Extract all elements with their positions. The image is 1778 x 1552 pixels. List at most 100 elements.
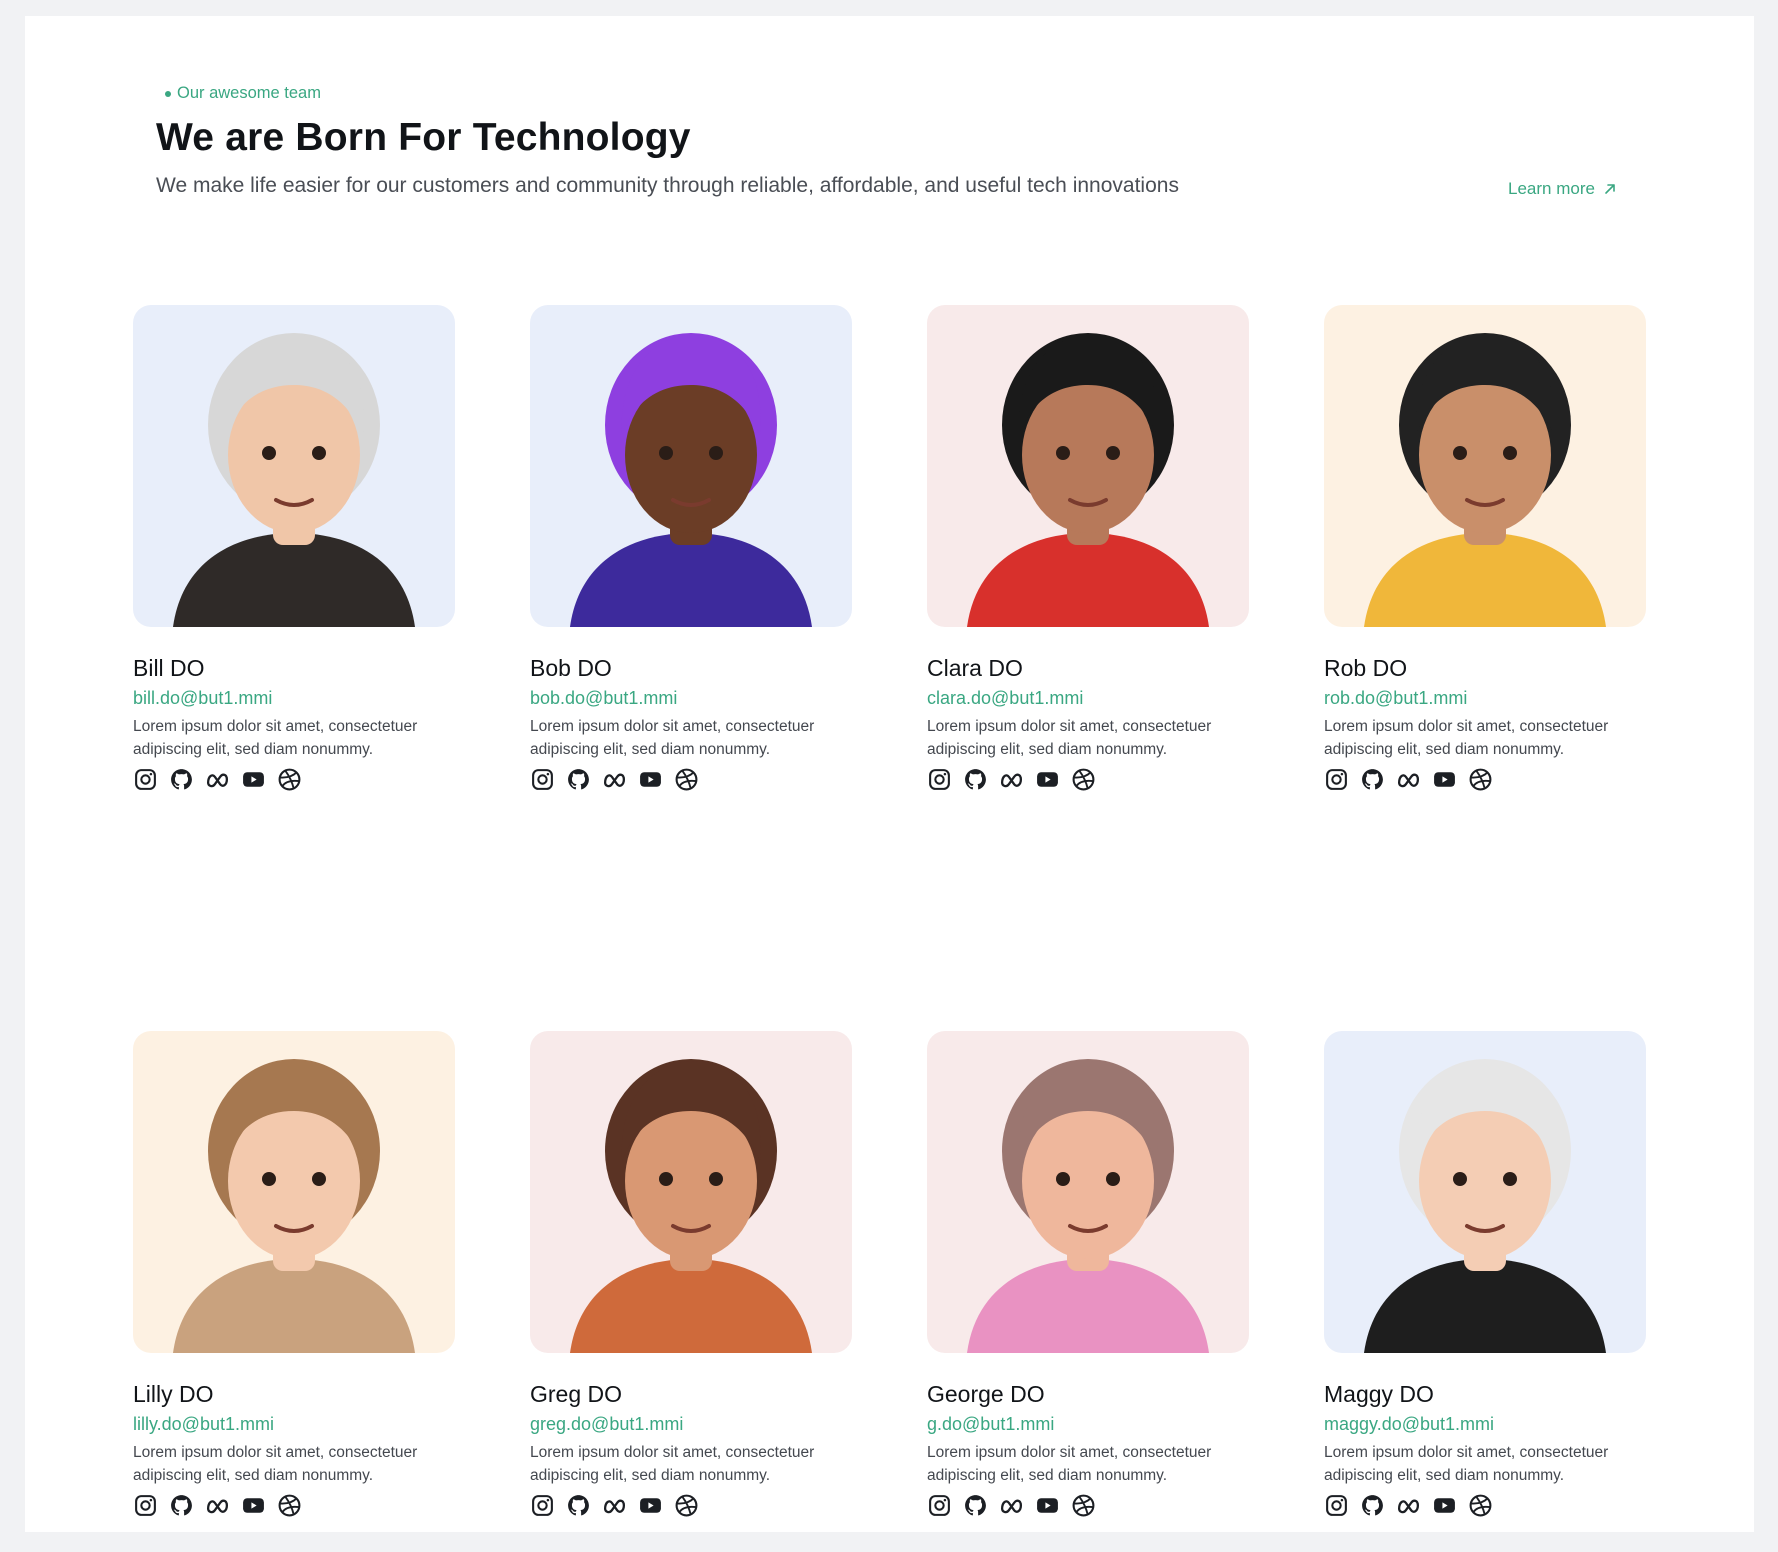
github-icon[interactable] <box>1360 1493 1385 1518</box>
member-bio: Lorem ipsum dolor sit amet, consectetuer… <box>1324 1444 1609 1484</box>
avatar-illustration <box>173 333 415 627</box>
member-avatar <box>927 305 1249 627</box>
member-bio: Lorem ipsum dolor sit amet, consectetuer… <box>1324 718 1609 758</box>
instagram-icon[interactable] <box>927 1493 952 1518</box>
github-icon[interactable] <box>566 1493 591 1518</box>
member-bio: Lorem ipsum dolor sit amet, consectetuer… <box>927 718 1212 758</box>
section-title: We are Born For Technology <box>156 116 691 159</box>
member-bio: Lorem ipsum dolor sit amet, consectetuer… <box>530 1444 815 1484</box>
avatar-illustration <box>570 1059 812 1353</box>
member-bio: Lorem ipsum dolor sit amet, consectetuer… <box>133 718 418 758</box>
dribbble-icon[interactable] <box>1468 767 1493 792</box>
youtube-icon[interactable] <box>241 1493 266 1518</box>
meta-icon[interactable] <box>999 1493 1024 1518</box>
team-member-card: Maggy DO maggy.do@but1.mmi Lorem ipsum d… <box>1324 1031 1646 1518</box>
dribbble-icon[interactable] <box>674 767 699 792</box>
meta-icon[interactable] <box>1396 767 1421 792</box>
member-email[interactable]: rob.do@but1.mmi <box>1324 688 1646 709</box>
social-links <box>530 767 852 792</box>
member-email[interactable]: clara.do@but1.mmi <box>927 688 1249 709</box>
member-name: Lilly DO <box>133 1381 214 1407</box>
instagram-icon[interactable] <box>133 767 158 792</box>
member-bio: Lorem ipsum dolor sit amet, consectetuer… <box>530 718 815 758</box>
team-section: Our awesome team We are Born For Technol… <box>25 16 1754 1532</box>
social-links <box>927 767 1249 792</box>
youtube-icon[interactable] <box>1035 767 1060 792</box>
github-icon[interactable] <box>169 767 194 792</box>
member-email[interactable]: maggy.do@but1.mmi <box>1324 1414 1646 1435</box>
instagram-icon[interactable] <box>133 1493 158 1518</box>
meta-icon[interactable] <box>205 1493 230 1518</box>
learn-more-label: Learn more <box>1508 179 1595 198</box>
member-email[interactable]: g.do@but1.mmi <box>927 1414 1249 1435</box>
section-eyebrow: Our awesome team <box>165 84 321 103</box>
member-email[interactable]: lilly.do@but1.mmi <box>133 1414 455 1435</box>
member-avatar <box>1324 305 1646 627</box>
youtube-icon[interactable] <box>241 767 266 792</box>
github-icon[interactable] <box>963 767 988 792</box>
avatar-illustration <box>570 333 812 627</box>
youtube-icon[interactable] <box>1432 767 1457 792</box>
instagram-icon[interactable] <box>927 767 952 792</box>
member-name: Greg DO <box>530 1381 623 1407</box>
meta-icon[interactable] <box>602 1493 627 1518</box>
social-links <box>927 1493 1249 1518</box>
social-links <box>133 767 455 792</box>
learn-more-link[interactable]: Learn more <box>1508 179 1617 199</box>
instagram-icon[interactable] <box>530 767 555 792</box>
youtube-icon[interactable] <box>638 1493 663 1518</box>
team-member-card: Lilly DO lilly.do@but1.mmi Lorem ipsum d… <box>133 1031 455 1518</box>
team-grid: Bill DO bill.do@but1.mmi Lorem ipsum dol… <box>133 305 1646 1518</box>
arrow-up-right-icon <box>1605 184 1615 194</box>
avatar-illustration <box>173 1059 415 1353</box>
youtube-icon[interactable] <box>638 767 663 792</box>
member-name: Bill DO <box>133 655 205 681</box>
team-member-card: Rob DO rob.do@but1.mmi Lorem ipsum dolor… <box>1324 305 1646 792</box>
instagram-icon[interactable] <box>1324 767 1349 792</box>
meta-icon[interactable] <box>999 767 1024 792</box>
member-avatar <box>133 1031 455 1353</box>
team-member-card: Greg DO greg.do@but1.mmi Lorem ipsum dol… <box>530 1031 852 1518</box>
eyebrow-label: Our awesome team <box>177 84 321 102</box>
instagram-icon[interactable] <box>1324 1493 1349 1518</box>
member-email[interactable]: greg.do@but1.mmi <box>530 1414 852 1435</box>
social-links <box>1324 1493 1646 1518</box>
member-name: George DO <box>927 1381 1045 1407</box>
avatar-illustration <box>1364 333 1606 627</box>
social-links <box>530 1493 852 1518</box>
meta-icon[interactable] <box>602 767 627 792</box>
dribbble-icon[interactable] <box>277 767 302 792</box>
member-name: Maggy DO <box>1324 1381 1434 1407</box>
member-email[interactable]: bob.do@but1.mmi <box>530 688 852 709</box>
dribbble-icon[interactable] <box>1071 767 1096 792</box>
member-name: Clara DO <box>927 655 1023 681</box>
dot-icon <box>165 90 171 97</box>
github-icon[interactable] <box>169 1493 194 1518</box>
avatar-illustration <box>967 333 1209 627</box>
dribbble-icon[interactable] <box>277 1493 302 1518</box>
member-avatar <box>927 1031 1249 1353</box>
team-member-card: Bob DO bob.do@but1.mmi Lorem ipsum dolor… <box>530 305 852 792</box>
meta-icon[interactable] <box>205 767 230 792</box>
instagram-icon[interactable] <box>530 1493 555 1518</box>
youtube-icon[interactable] <box>1035 1493 1060 1518</box>
member-name: Rob DO <box>1324 655 1408 681</box>
github-icon[interactable] <box>566 767 591 792</box>
dribbble-icon[interactable] <box>1468 1493 1493 1518</box>
avatar-illustration <box>1364 1059 1606 1353</box>
member-avatar <box>530 305 852 627</box>
meta-icon[interactable] <box>1396 1493 1421 1518</box>
member-avatar <box>1324 1031 1646 1353</box>
member-avatar <box>530 1031 852 1353</box>
team-member-card: George DO g.do@but1.mmi Lorem ipsum dolo… <box>927 1031 1249 1518</box>
member-name: Bob DO <box>530 655 612 681</box>
youtube-icon[interactable] <box>1432 1493 1457 1518</box>
member-email[interactable]: bill.do@but1.mmi <box>133 688 455 709</box>
github-icon[interactable] <box>963 1493 988 1518</box>
social-links <box>1324 767 1646 792</box>
github-icon[interactable] <box>1360 767 1385 792</box>
dribbble-icon[interactable] <box>1071 1493 1096 1518</box>
member-avatar <box>133 305 455 627</box>
dribbble-icon[interactable] <box>674 1493 699 1518</box>
avatar-illustration <box>967 1059 1209 1353</box>
